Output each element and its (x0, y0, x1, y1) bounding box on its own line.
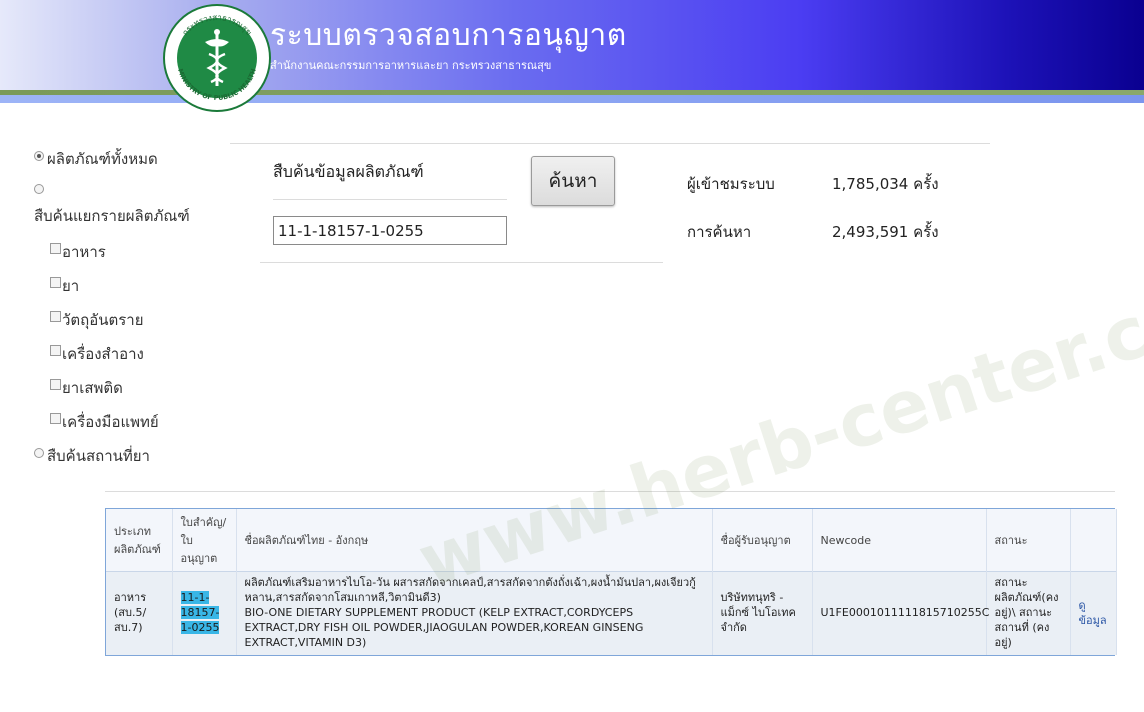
checkbox-hazardous-label: วัตถุอันตราย (62, 311, 144, 329)
header-licensee: ชื่อผู้รับอนุญาต (712, 509, 813, 572)
logo-caduceus-icon: กระทรวงสาธารณสุข MINISTRY OF PUBLIC HEAL… (176, 13, 258, 102)
divider-search-bottom (260, 262, 663, 263)
header-product-name: ชื่อผลิตภัณฑ์ไทย - อังกฤษ (236, 509, 713, 572)
search-input[interactable] (273, 216, 507, 245)
cell-action: ดูข้อมูล (1070, 571, 1117, 655)
checkbox-medical-device[interactable] (50, 413, 61, 424)
checkbox-medical-device-label: เครื่องมือแพทย์ (62, 413, 159, 431)
checkbox-food-label: อาหาร (62, 243, 106, 261)
header-product-type: ประเภท ผลิตภัณฑ์ (106, 509, 173, 572)
view-details-link[interactable]: ดูข้อมูล (1079, 599, 1107, 627)
visitors-label: ผู้เข้าชมระบบ (687, 175, 775, 193)
cell-newcode: U1FE0001011111815710255C (812, 571, 989, 655)
product-name-english: BIO-ONE DIETARY SUPPLEMENT PRODUCT (KELP… (244, 606, 644, 649)
radio-by-location-label: สืบค้นสถานที่ยา (47, 447, 150, 465)
site-subtitle: สำนักงานคณะกรรมการอาหารและยา กระทรวงสาธา… (270, 59, 552, 72)
ministry-logo: กระทรวงสาธารณสุข MINISTRY OF PUBLIC HEAL… (163, 4, 271, 112)
cell-product-name: ผลิตภัณฑ์เสริมอาหารไบโอ-วัน ผสารสกัดจากเ… (236, 571, 713, 655)
divider-top (230, 143, 990, 144)
search-title: สืบค้นข้อมูลผลิตภัณฑ์ (273, 162, 424, 181)
cell-license: 11-1-18157-1-0255 (172, 571, 237, 655)
radio-all-products[interactable] (34, 151, 44, 161)
results-table: ประเภท ผลิตภัณฑ์ ใบสำคัญ/ใบ อนุญาต ชื่อผ… (105, 508, 1117, 656)
radio-by-type-label: สืบค้นแยกรายผลิตภัณฑ์ (34, 207, 190, 225)
radio-by-type[interactable] (34, 184, 44, 194)
checkbox-hazardous[interactable] (50, 311, 61, 322)
product-name-thai: ผลิตภัณฑ์เสริมอาหารไบโอ-วัน ผสารสกัดจากเ… (244, 576, 696, 605)
cell-licensee: บริษัททนุทริ - แม็กซ์ ไบโอเทค จำกัด (712, 571, 813, 655)
radio-all-products-label: ผลิตภัณฑ์ทั้งหมด (47, 150, 158, 168)
searches-label: การค้นหา (687, 223, 752, 241)
table-header-row: ประเภท ผลิตภัณฑ์ ใบสำคัญ/ใบ อนุญาต ชื่อผ… (106, 509, 1117, 572)
cell-product-type: อาหาร (สบ.5/สบ.7) (106, 571, 173, 655)
searches-value: 2,493,591 ครั้ง (832, 223, 939, 241)
header-license: ใบสำคัญ/ใบ อนุญาต (172, 509, 237, 572)
checkbox-cosmetics-label: เครื่องสำอาง (62, 345, 144, 363)
license-number-highlight: 11-1-18157-1-0255 (180, 591, 220, 634)
visitors-value: 1,785,034 ครั้ง (832, 175, 939, 193)
search-button[interactable]: ค้นหา (531, 156, 615, 206)
checkbox-narcotics[interactable] (50, 379, 61, 390)
cell-status: สถานะผลิตภัณฑ์(คงอยู่)\ สถานะสถานที่ (คง… (986, 571, 1071, 655)
table-row: อาหาร (สบ.5/สบ.7) 11-1-18157-1-0255 ผลิต… (106, 571, 1117, 655)
site-title: ระบบตรวจสอบการอนุญาต (270, 18, 627, 53)
header-status: สถานะ (986, 509, 1071, 572)
header-newcode: Newcode (812, 509, 987, 572)
divider-search-title (273, 199, 507, 200)
checkbox-drug[interactable] (50, 277, 61, 288)
radio-by-location[interactable] (34, 448, 44, 458)
checkbox-food[interactable] (50, 243, 61, 254)
checkbox-narcotics-label: ยาเสพติด (62, 379, 123, 397)
divider-results (105, 491, 1115, 492)
checkbox-drug-label: ยา (62, 277, 80, 295)
checkbox-cosmetics[interactable] (50, 345, 61, 356)
header-action (1070, 509, 1117, 572)
